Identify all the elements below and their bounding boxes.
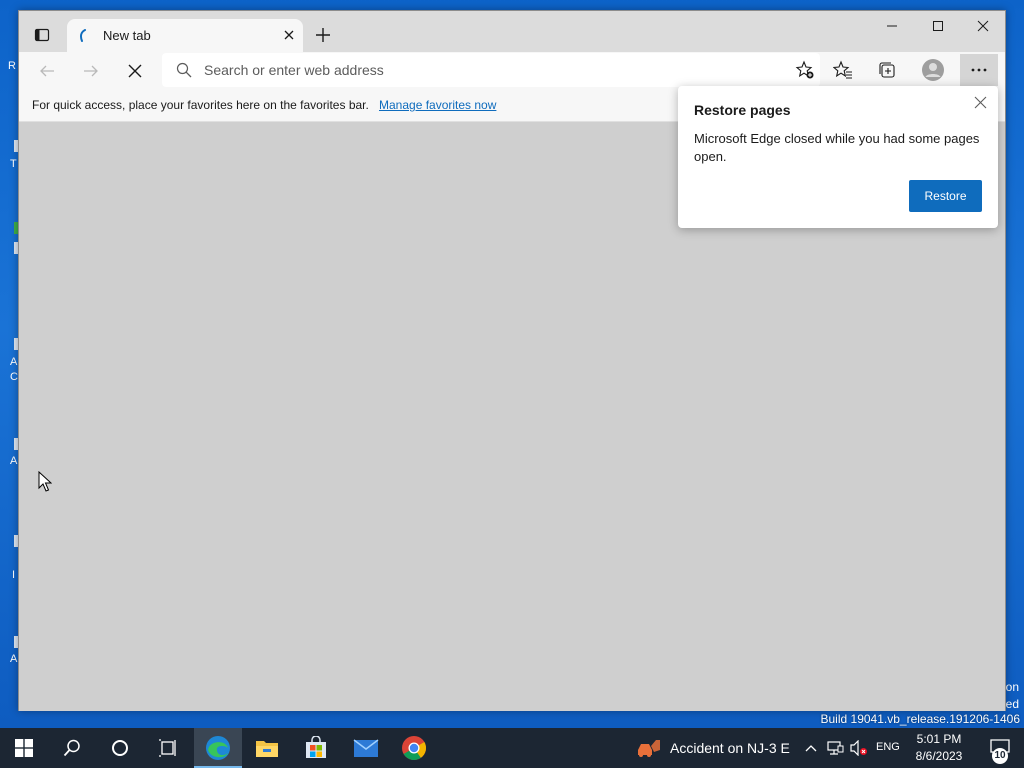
network-button[interactable] bbox=[824, 728, 846, 768]
taskbar-app-edge[interactable] bbox=[194, 728, 242, 768]
close-icon bbox=[284, 30, 294, 40]
tab-new-tab[interactable]: New tab bbox=[67, 19, 303, 52]
clock-time: 5:01 PM bbox=[916, 732, 962, 746]
notification-count-badge: 10 bbox=[992, 748, 1008, 764]
profile-button[interactable] bbox=[916, 54, 950, 86]
search-button[interactable] bbox=[48, 728, 96, 768]
taskbar-app-mail[interactable] bbox=[342, 728, 390, 768]
restore-button[interactable]: Restore bbox=[909, 180, 982, 212]
taskbar: Accident on NJ-3 E ENG 5:01 PM 8/6/2023 … bbox=[0, 728, 1024, 768]
chrome-icon bbox=[402, 736, 426, 760]
task-view-icon bbox=[159, 739, 176, 757]
watermark-text: ed bbox=[1005, 697, 1019, 711]
close-icon bbox=[974, 96, 986, 108]
start-button[interactable] bbox=[0, 728, 48, 768]
window-close-button[interactable] bbox=[960, 11, 1006, 41]
arrow-right-icon bbox=[84, 65, 98, 77]
favorites-button[interactable] bbox=[826, 54, 860, 86]
tab-title: New tab bbox=[103, 28, 151, 43]
minimize-icon bbox=[887, 25, 897, 27]
favorites-bar-message: For quick access, place your favorites h… bbox=[32, 98, 369, 112]
favorites-icon bbox=[833, 60, 852, 79]
loading-spinner-icon bbox=[80, 29, 86, 42]
avatar-icon bbox=[922, 59, 944, 81]
address-input[interactable] bbox=[204, 60, 764, 80]
windows-logo-icon bbox=[15, 739, 33, 757]
desktop-icon-label-fragment: T bbox=[10, 158, 17, 170]
forward-button[interactable] bbox=[76, 56, 106, 86]
clock[interactable]: 5:01 PM 8/6/2023 bbox=[908, 731, 970, 765]
plus-icon bbox=[316, 28, 330, 42]
edge-icon bbox=[206, 736, 230, 760]
desktop-icon-label-fragment: A bbox=[10, 455, 18, 467]
minimize-button[interactable] bbox=[869, 11, 915, 41]
file-explorer-icon bbox=[256, 741, 278, 757]
add-favorite-button[interactable] bbox=[790, 55, 820, 85]
clock-date: 8/6/2023 bbox=[915, 749, 963, 763]
desktop-icon-label-fragment: A bbox=[10, 653, 18, 665]
restore-pages-dialog: Restore pages Microsoft Edge closed whil… bbox=[678, 86, 998, 228]
store-icon bbox=[306, 736, 326, 758]
desktop-icon-label-fragment: A bbox=[10, 356, 18, 368]
search-icon bbox=[176, 62, 192, 78]
taskbar-app-file-explorer[interactable] bbox=[243, 728, 291, 768]
tab-actions-icon bbox=[34, 28, 50, 42]
desktop-icon-label-fragment: R bbox=[8, 60, 16, 72]
task-view-button[interactable] bbox=[144, 728, 192, 768]
show-hidden-icons-button[interactable] bbox=[802, 728, 820, 768]
chevron-up-icon bbox=[805, 745, 817, 752]
language-indicator[interactable]: ENG bbox=[876, 741, 900, 753]
close-icon bbox=[977, 20, 989, 32]
stop-loading-button[interactable] bbox=[120, 56, 150, 86]
mouse-cursor-icon bbox=[38, 471, 52, 492]
arrow-left-icon bbox=[40, 65, 54, 77]
tab-actions-button[interactable] bbox=[26, 19, 58, 51]
collections-icon bbox=[879, 62, 895, 78]
watermark-text: on bbox=[1005, 680, 1019, 694]
title-bar[interactable]: New tab bbox=[19, 11, 1005, 52]
maximize-icon bbox=[933, 21, 943, 31]
build-watermark: Build 19041.vb_release.191206-1406 bbox=[820, 712, 1021, 726]
manage-favorites-link[interactable]: Manage favorites now bbox=[379, 98, 496, 112]
taskbar-app-store[interactable] bbox=[292, 728, 340, 768]
network-icon bbox=[827, 741, 844, 755]
volume-muted-icon bbox=[850, 740, 867, 756]
cortana-icon bbox=[112, 740, 128, 756]
desktop-icon-label-fragment: C bbox=[10, 371, 18, 383]
new-tab-button[interactable] bbox=[307, 19, 339, 51]
news-headline: Accident on NJ-3 E bbox=[670, 740, 790, 756]
dialog-title: Restore pages bbox=[694, 102, 791, 118]
news-widget[interactable]: Accident on NJ-3 E bbox=[636, 728, 790, 768]
navigation-toolbar bbox=[19, 52, 1005, 88]
search-icon bbox=[63, 739, 80, 757]
dialog-close-button[interactable] bbox=[970, 92, 990, 112]
more-options-icon bbox=[971, 68, 987, 72]
taskbar-app-chrome[interactable] bbox=[390, 728, 438, 768]
dialog-message: Microsoft Edge closed while you had some… bbox=[694, 131, 980, 164]
desktop-icon-label-fragment: I bbox=[12, 569, 16, 581]
traffic-accident-icon bbox=[638, 740, 660, 757]
collections-button[interactable] bbox=[870, 54, 904, 86]
tab-close-button[interactable] bbox=[279, 25, 299, 45]
cortana-button[interactable] bbox=[96, 728, 144, 768]
settings-menu-button[interactable] bbox=[960, 54, 998, 86]
address-bar[interactable] bbox=[162, 53, 820, 87]
close-icon bbox=[128, 64, 142, 78]
star-add-icon bbox=[795, 60, 814, 79]
mail-icon bbox=[353, 739, 379, 757]
back-button[interactable] bbox=[32, 56, 62, 86]
volume-button[interactable] bbox=[848, 728, 870, 768]
maximize-button[interactable] bbox=[915, 11, 961, 41]
